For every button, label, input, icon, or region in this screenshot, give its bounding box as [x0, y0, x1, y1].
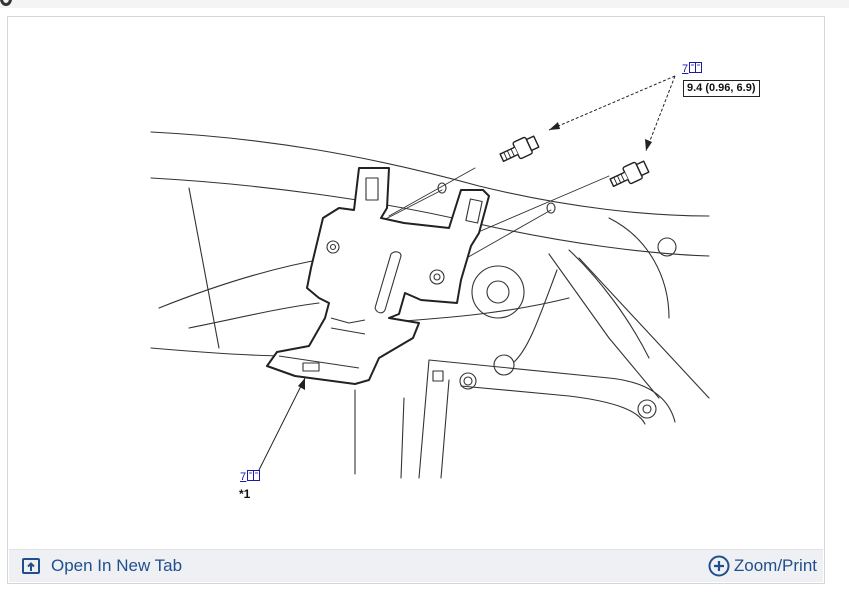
- top-edge-strip: [0, 0, 849, 8]
- corner-icon: [0, 0, 12, 6]
- open-in-new-tab-label: Open In New Tab: [51, 556, 183, 575]
- torque-callout-link[interactable]: 7: [682, 62, 703, 75]
- diagram-area: 7 9.4 (0.96, 6.9) 7 *1: [9, 18, 823, 548]
- part-callout-link[interactable]: 7: [240, 470, 261, 483]
- plus-circle-icon: [708, 555, 730, 577]
- open-in-new-tab-button[interactable]: Open In New Tab: [21, 550, 182, 582]
- open-in-new-tab-icon: [21, 556, 41, 576]
- torque-spec-label: 9.4 (0.96, 6.9): [683, 80, 760, 97]
- bracket-installation-diagram: [150, 75, 710, 479]
- part-callout-number: 7: [240, 471, 247, 483]
- manual-book-icon: [689, 62, 703, 73]
- part-note-label: *1: [239, 487, 251, 501]
- torque-callout-number: 7: [682, 63, 689, 75]
- zoom-print-button[interactable]: Zoom/Print: [708, 550, 817, 582]
- figure-toolbar: Open In New Tab Zoom/Print: [9, 549, 823, 582]
- manual-book-icon: [247, 470, 261, 481]
- figure-frame: 7 9.4 (0.96, 6.9) 7 *1 Open In New Tab Z…: [7, 16, 825, 584]
- zoom-print-label: Zoom/Print: [733, 556, 817, 575]
